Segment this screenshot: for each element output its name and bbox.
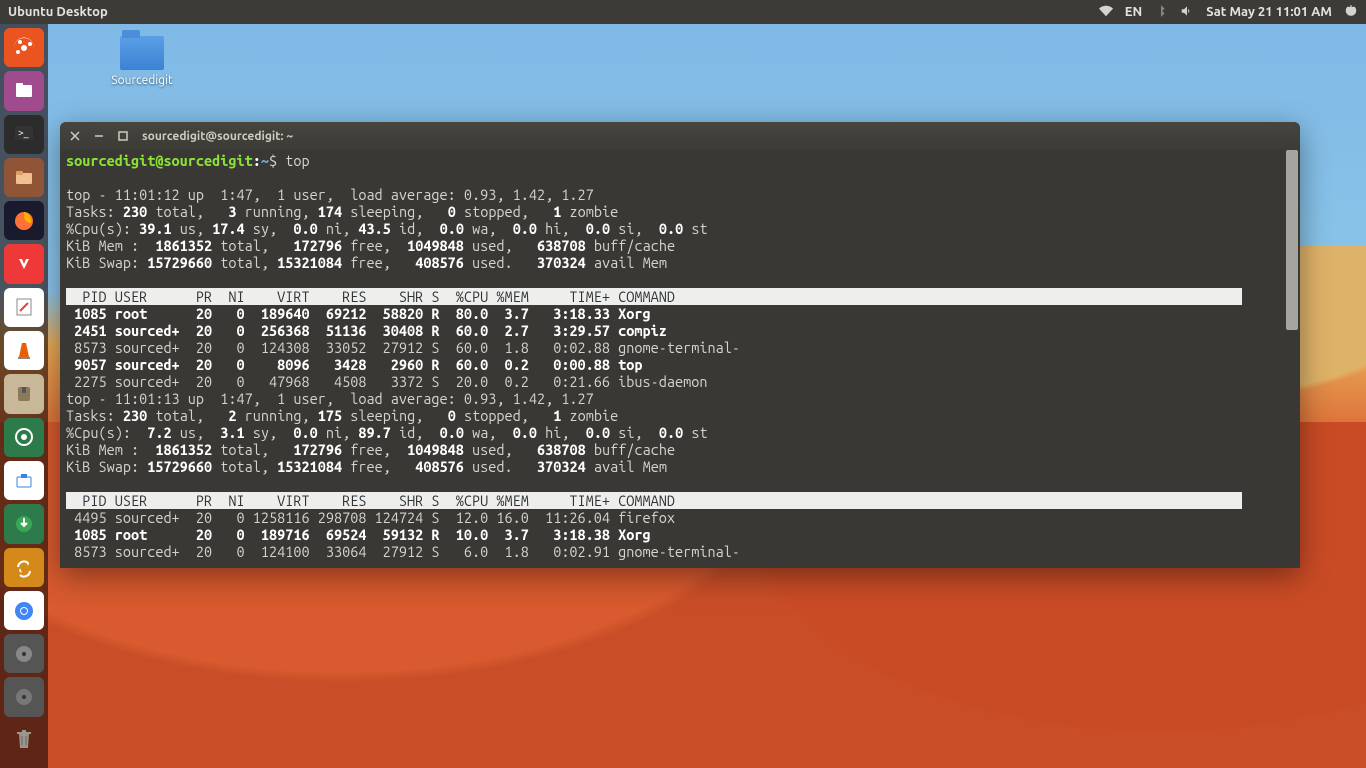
- launcher-archive[interactable]: [4, 374, 44, 413]
- minimize-icon[interactable]: [94, 131, 104, 141]
- launcher-screenshot[interactable]: [4, 418, 44, 457]
- launcher-terminal[interactable]: >_: [4, 115, 44, 154]
- close-icon[interactable]: [70, 131, 80, 141]
- terminal-output[interactable]: sourcedigit@sourcedigit:~$ top top - 11:…: [60, 150, 1300, 568]
- launcher-vivaldi[interactable]: [4, 244, 44, 283]
- folder-icon: [120, 36, 164, 70]
- window-title: sourcedigit@sourcedigit: ~: [142, 130, 293, 143]
- top-panel: Ubuntu Desktop EN Sat May 21 11:01 AM: [0, 0, 1366, 24]
- launcher-disks2[interactable]: [4, 677, 44, 716]
- window-titlebar[interactable]: sourcedigit@sourcedigit: ~: [60, 122, 1300, 150]
- launcher-vlc[interactable]: [4, 331, 44, 370]
- launcher-sync[interactable]: [4, 548, 44, 587]
- scrollbar-thumb[interactable]: [1286, 150, 1298, 330]
- launcher-software[interactable]: [4, 461, 44, 500]
- launcher-chromium[interactable]: [4, 591, 44, 630]
- desktop-folder-label: Sourcedigit: [106, 74, 178, 87]
- sound-icon[interactable]: [1180, 4, 1194, 21]
- clock[interactable]: Sat May 21 11:01 AM: [1206, 5, 1332, 19]
- svg-text:>_: >_: [18, 127, 29, 138]
- launcher-mintupdate[interactable]: [4, 504, 44, 543]
- launcher-files[interactable]: [4, 71, 44, 110]
- keyboard-lang[interactable]: EN: [1125, 5, 1142, 19]
- launcher-disks[interactable]: [4, 634, 44, 673]
- panel-title[interactable]: Ubuntu Desktop: [8, 5, 108, 19]
- launcher-firefox[interactable]: [4, 201, 44, 240]
- terminal-window: sourcedigit@sourcedigit: ~ sourcedigit@s…: [60, 122, 1300, 568]
- network-icon[interactable]: [1099, 4, 1113, 21]
- power-icon[interactable]: [1344, 4, 1358, 21]
- unity-launcher: >_: [0, 24, 48, 768]
- maximize-icon[interactable]: [118, 131, 128, 141]
- dash-icon[interactable]: [4, 28, 44, 67]
- desktop-folder[interactable]: Sourcedigit: [106, 36, 178, 87]
- trash-icon[interactable]: [4, 721, 44, 760]
- bluetooth-icon[interactable]: [1154, 4, 1168, 21]
- launcher-nautilus[interactable]: [4, 158, 44, 197]
- launcher-gedit[interactable]: [4, 288, 44, 327]
- terminal-scrollbar[interactable]: [1288, 150, 1298, 564]
